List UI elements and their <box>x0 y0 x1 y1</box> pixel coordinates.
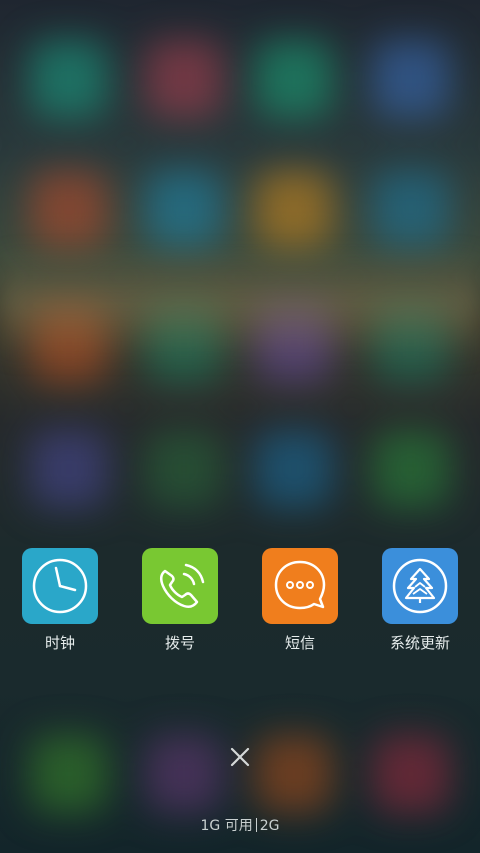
close-all-button[interactable] <box>225 742 255 772</box>
app-tile[interactable] <box>22 548 98 624</box>
clock-icon <box>32 558 88 614</box>
app-tile[interactable] <box>142 548 218 624</box>
phone-icon <box>160 563 205 609</box>
app-label: 拨号 <box>164 634 195 652</box>
app-tile[interactable] <box>382 548 458 624</box>
blur-light-band <box>0 250 480 360</box>
app-label: 短信 <box>284 634 315 652</box>
tree-update-icon <box>392 558 448 614</box>
recent-app-messages[interactable]: 短信 <box>240 548 360 653</box>
app-label: 系统更新 <box>389 634 450 652</box>
recent-app-system-update[interactable]: 系统更新 <box>360 548 480 653</box>
memory-total: 2G <box>259 818 280 834</box>
message-icon <box>274 560 326 610</box>
memory-available: 1G 可用 <box>200 818 253 834</box>
close-icon <box>230 747 250 767</box>
recent-app-dialer[interactable]: 拨号 <box>120 548 240 653</box>
memory-status: 1G 可用 2G <box>0 815 480 835</box>
app-tile[interactable] <box>262 548 338 624</box>
recent-app-clock[interactable]: 时钟 <box>0 548 120 653</box>
recent-apps-row: 时钟 拨号 短信 系统更新 <box>0 548 480 658</box>
app-label: 时钟 <box>44 634 75 652</box>
memory-divider <box>255 818 257 832</box>
blurred-background <box>0 0 480 853</box>
